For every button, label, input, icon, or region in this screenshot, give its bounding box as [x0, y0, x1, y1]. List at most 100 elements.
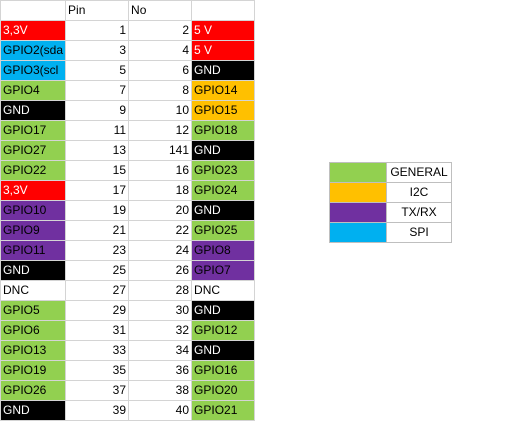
legend-label: SPI [386, 222, 452, 243]
pin-name-left: GPIO17 [0, 120, 67, 141]
pin-name-left: GPIO26 [0, 380, 67, 401]
pin-name-right: GND [191, 140, 256, 161]
table-row: GPIO22 15 16 GPIO23 [0, 160, 256, 181]
table-row: GPIO19 35 36 GPIO16 [0, 360, 256, 381]
pin-name-right: GPIO24 [191, 180, 256, 201]
legend-row: I2C [329, 182, 452, 203]
pin-name-right: DNC [191, 280, 256, 301]
pin-number-right: 26 [128, 260, 193, 281]
pin-name-right: GND [191, 60, 256, 81]
pin-number-right: 4 [128, 40, 193, 61]
table-row: GPIO13 33 34 GND [0, 340, 256, 361]
pin-number-left: 15 [65, 160, 130, 181]
pin-number-left: 9 [65, 100, 130, 121]
pin-name-right: GPIO21 [191, 400, 256, 421]
pin-number-left: 17 [65, 180, 130, 201]
pin-name-left: GPIO5 [0, 300, 67, 321]
pin-number-left: 27 [65, 280, 130, 301]
pin-number-left: 37 [65, 380, 130, 401]
legend-swatch [329, 202, 387, 223]
pin-name-left: GPIO27 [0, 140, 67, 161]
pin-number-left: 21 [65, 220, 130, 241]
table-row: GPIO2(sda 3 4 5 V [0, 40, 256, 61]
legend-row: SPI [329, 222, 452, 243]
pin-number-right: 40 [128, 400, 193, 421]
pin-number-left: 29 [65, 300, 130, 321]
pin-name-left: GPIO3(scl [0, 60, 67, 81]
pin-name-left: GPIO11 [0, 240, 67, 261]
header-name-right [191, 0, 256, 21]
pin-name-left: GPIO22 [0, 160, 67, 181]
pin-name-left: GPIO10 [0, 200, 67, 221]
legend-swatch [329, 162, 387, 183]
legend-label: GENERAL [386, 162, 452, 183]
pin-name-left: GPIO6 [0, 320, 67, 341]
pin-number-left: 1 [65, 20, 130, 41]
table-row: GPIO17 11 12 GPIO18 [0, 120, 256, 141]
table-row: GPIO6 31 32 GPIO12 [0, 320, 256, 341]
table-row: GPIO10 19 20 GND [0, 200, 256, 221]
pin-number-left: 13 [65, 140, 130, 161]
pin-number-right: 30 [128, 300, 193, 321]
pin-number-left: 11 [65, 120, 130, 141]
pin-name-left: GPIO19 [0, 360, 67, 381]
table-row: GND 9 10 GPIO15 [0, 100, 256, 121]
header-no: No [128, 0, 193, 21]
table-row: GPIO9 21 22 GPIO25 [0, 220, 256, 241]
table-row: GND 25 26 GPIO7 [0, 260, 256, 281]
pin-number-left: 23 [65, 240, 130, 261]
pin-name-right: 5 V [191, 20, 256, 41]
table-row: DNC 27 28 DNC [0, 280, 256, 301]
pin-name-left: GPIO2(sda [0, 40, 67, 61]
color-legend: GENERAL I2C TX/RX SPI [329, 162, 452, 243]
pin-name-left: GND [0, 400, 67, 421]
table-row: GPIO11 23 24 GPIO8 [0, 240, 256, 261]
pin-number-left: 33 [65, 340, 130, 361]
pin-number-right: 24 [128, 240, 193, 261]
pin-number-left: 35 [65, 360, 130, 381]
gpio-pin-table-body: Pin No 3,3V 1 2 5 V GPIO2(sda 3 4 5 V GPIO3(scl 5… [0, 0, 256, 421]
pin-name-right: GND [191, 200, 256, 221]
legend-row: GENERAL [329, 162, 452, 183]
pin-number-left: 3 [65, 40, 130, 61]
pin-name-right: GPIO20 [191, 380, 256, 401]
pin-name-right: 5 V [191, 40, 256, 61]
pin-name-right: GPIO14 [191, 80, 256, 101]
legend-swatch [329, 182, 387, 203]
pin-number-left: 25 [65, 260, 130, 281]
pin-number-right: 8 [128, 80, 193, 101]
pin-name-right: GPIO25 [191, 220, 256, 241]
pin-number-right: 10 [128, 100, 193, 121]
header-name-left [0, 0, 67, 21]
pin-name-left: 3,3V [0, 20, 67, 41]
pin-number-right: 32 [128, 320, 193, 341]
pin-name-right: GPIO7 [191, 260, 256, 281]
pin-number-left: 31 [65, 320, 130, 341]
table-row: GPIO5 29 30 GND [0, 300, 256, 321]
pin-name-right: GPIO18 [191, 120, 256, 141]
pin-name-right: GPIO12 [191, 320, 256, 341]
legend-swatch [329, 222, 387, 243]
pin-name-right: GND [191, 300, 256, 321]
pin-number-left: 7 [65, 80, 130, 101]
pin-number-right: 20 [128, 200, 193, 221]
pin-number-right: 16 [128, 160, 193, 181]
pin-number-right: 2 [128, 20, 193, 41]
pin-number-right: 12 [128, 120, 193, 141]
pin-number-right: 141 [128, 140, 193, 161]
table-row: GPIO3(scl 5 6 GND [0, 60, 256, 81]
pin-number-right: 38 [128, 380, 193, 401]
pin-number-right: 28 [128, 280, 193, 301]
pin-number-right: 22 [128, 220, 193, 241]
table-row: GPIO26 37 38 GPIO20 [0, 380, 256, 401]
table-row: 3,3V 1 2 5 V [0, 20, 256, 41]
pinout-sheet: Pin No 3,3V 1 2 5 V GPIO2(sda 3 4 5 V GPIO3(scl 5… [0, 0, 515, 446]
pin-number-left: 5 [65, 60, 130, 81]
pin-number-left: 19 [65, 200, 130, 221]
pin-name-right: GPIO8 [191, 240, 256, 261]
pin-name-right: GND [191, 340, 256, 361]
color-legend-body: GENERAL I2C TX/RX SPI [329, 162, 452, 243]
table-row: GND 39 40 GPIO21 [0, 400, 256, 421]
pin-name-left: GPIO9 [0, 220, 67, 241]
table-row: GPIO4 7 8 GPIO14 [0, 80, 256, 101]
